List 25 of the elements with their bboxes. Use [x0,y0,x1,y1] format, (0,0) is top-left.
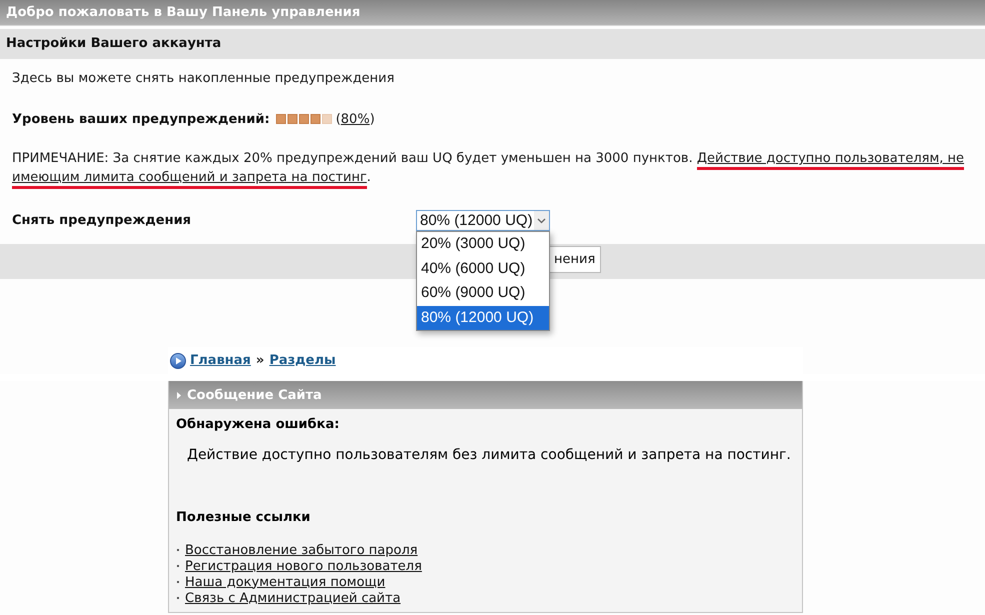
breadcrumb-link[interactable]: Главная [190,353,251,368]
help-link[interactable]: Наша документация помощи [185,574,386,590]
dropdown-option[interactable]: 80% (12000 UQ) [417,306,549,330]
warning-percent-link[interactable]: (80%) [336,112,375,126]
help-link[interactable]: Восстановление забытого пароля [185,542,418,558]
section-header: Настройки Вашего аккаунта [0,29,985,59]
help-link[interactable]: Регистрация нового пользователя [185,558,422,574]
help-link[interactable]: Связь с Администрацией сайта [185,590,401,606]
note-text: ПРИМЕЧАНИЕ: За снятие каждых 20% предупреждений ваш UQ будет уменьшен на 3000 пунктов. Действие доступно пользователям, не имеющим лимита сообщений и запрета на постинг. [12,149,967,187]
dropdown-option[interactable]: 20% (3000 UQ) [417,232,549,256]
panel-title: Сообщение Сайта [187,388,322,402]
dropdown-option[interactable]: 40% (6000 UQ) [417,256,549,281]
caret-icon [177,392,181,398]
intro-text: Здесь вы можете снять накопленные предупреждения [12,71,396,87]
remove-warnings-label: Снять предупреждения [12,213,192,228]
title-bar: Добро пожаловать в Вашу Панель управления [0,0,985,26]
links-title: Полезные ссылки [176,510,312,526]
error-message: Действие доступно пользователям без лимита сообщений и запрета на постинг. [186,446,792,464]
error-title: Обнаружена ошибка: [176,417,340,433]
breadcrumb-link[interactable]: Разделы [269,353,336,368]
chevron-down-icon [534,211,549,230]
dropdown-option[interactable]: 60% (9000 UQ) [417,281,549,306]
warning-level-label: Уровень ваших предупреждений: [12,112,270,126]
breadcrumb-separator: » [256,353,264,368]
warnings-select[interactable]: 80% (12000 UQ) [416,210,550,231]
